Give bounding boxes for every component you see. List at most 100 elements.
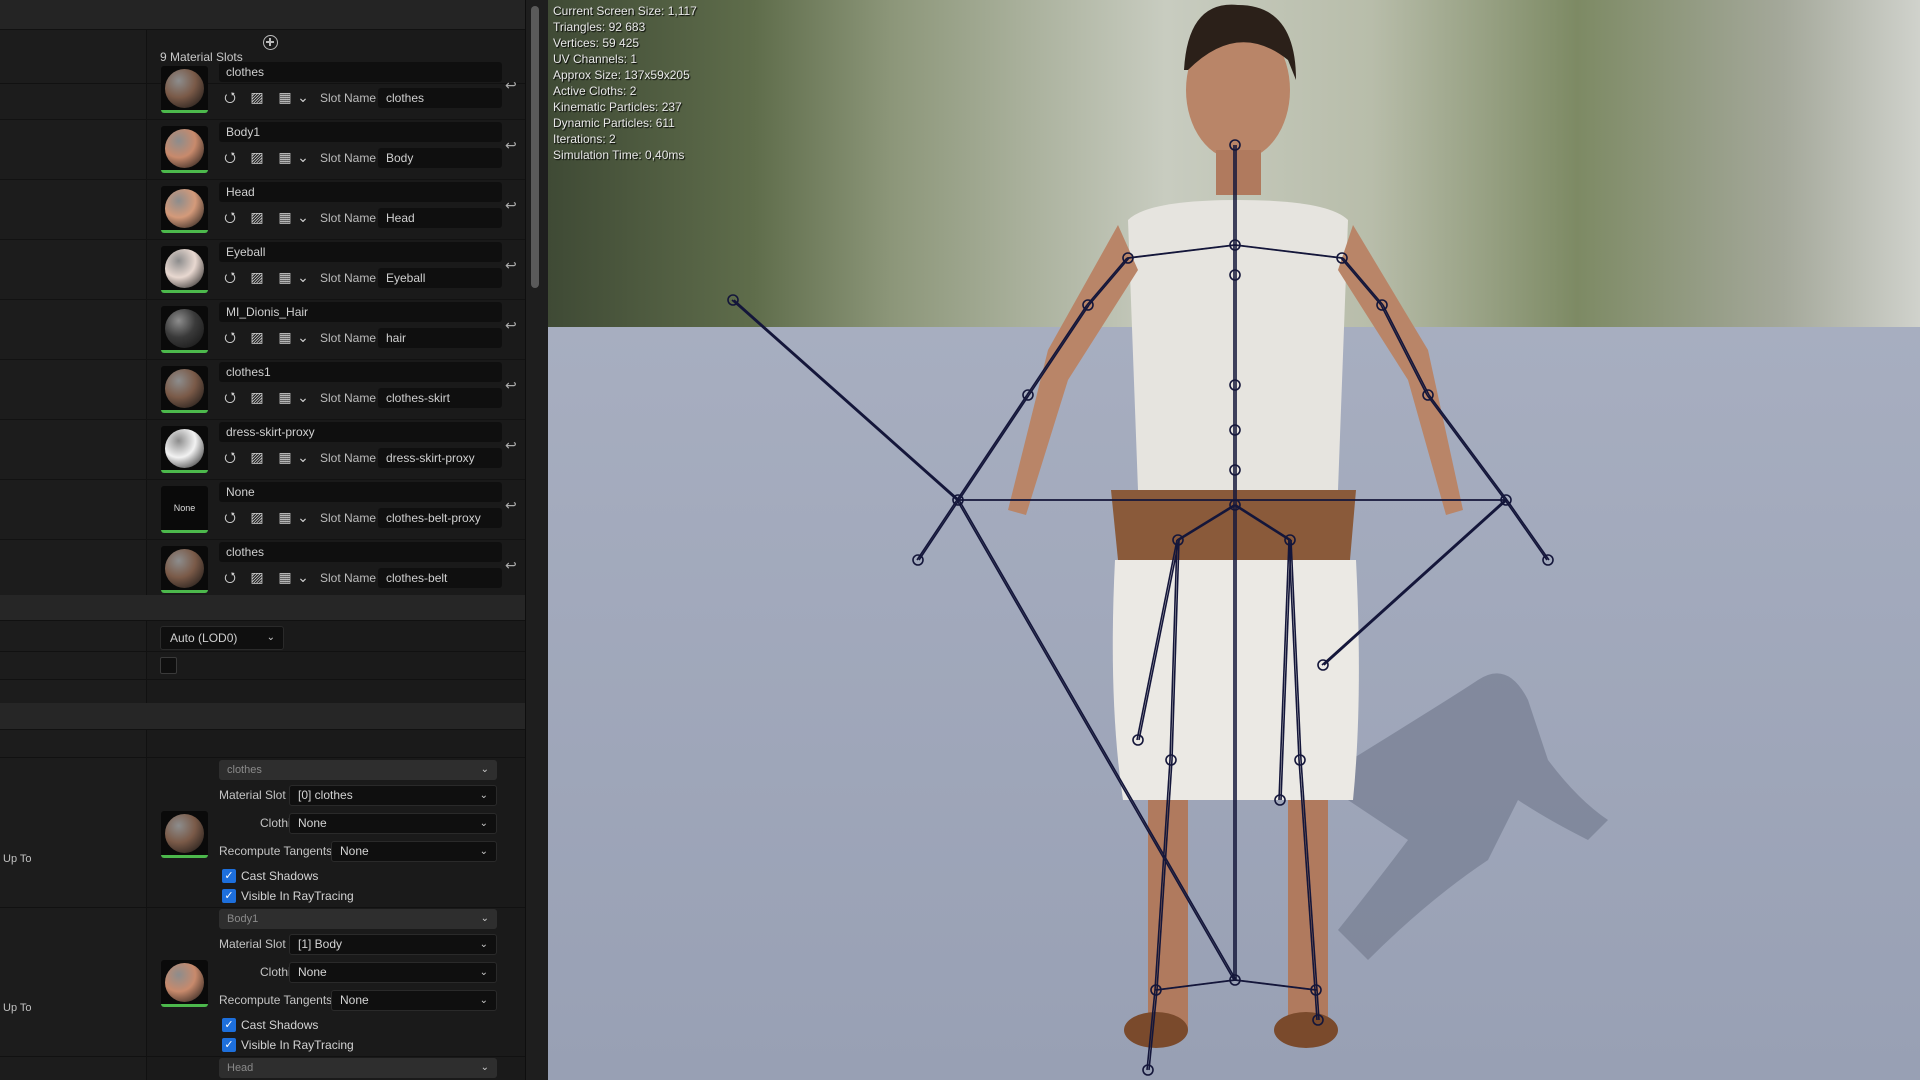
panel-scrollbar[interactable] [525, 0, 548, 1080]
material-name-field[interactable]: clothes [219, 62, 502, 82]
browse-asset-icon[interactable]: ▨ [249, 449, 265, 465]
browse-asset-icon[interactable]: ▨ [249, 149, 265, 165]
chevron-down-icon[interactable]: ⌄ [295, 269, 311, 285]
reset-to-default-icon[interactable]: ↩ [505, 497, 517, 514]
material-name-field[interactable]: Head [219, 182, 502, 202]
material-thumbnail[interactable] [161, 126, 208, 173]
browse-back-icon[interactable]: ⭯ [222, 89, 238, 105]
material-thumbnail[interactable] [161, 66, 208, 113]
clothing-dropdown[interactable]: None ⌄ [289, 962, 497, 983]
material-picker-icon[interactable]: ▦ [277, 329, 293, 345]
browse-asset-icon[interactable]: ▨ [249, 329, 265, 345]
section-dropdown[interactable]: clothes ⌄ [219, 760, 497, 780]
cast-shadows-checkbox[interactable]: ✓ [222, 869, 236, 883]
material-preview [165, 249, 204, 288]
browse-asset-icon[interactable]: ▨ [249, 509, 265, 525]
recompute-tangents-dropdown[interactable]: None ⌄ [331, 990, 497, 1011]
viewport-stats: Current Screen Size: 1,117 Triangles: 92 … [553, 3, 697, 163]
reset-to-default-icon[interactable]: ↩ [505, 437, 517, 454]
material-thumbnail[interactable] [161, 426, 208, 473]
lod-dropdown[interactable]: Auto (LOD0) ⌄ [160, 626, 284, 650]
reset-to-default-icon[interactable]: ↩ [505, 77, 517, 94]
material-slot-dropdown[interactable]: [0] clothes ⌄ [289, 785, 497, 806]
scrollbar-thumb[interactable] [531, 6, 539, 288]
browse-back-icon[interactable]: ⭯ [222, 449, 238, 465]
slot-name-input[interactable]: Head [378, 208, 502, 228]
material-name-field[interactable]: None [219, 482, 502, 502]
material-picker-icon[interactable]: ▦ [277, 209, 293, 225]
browse-back-icon[interactable]: ⭯ [222, 569, 238, 585]
skeleton-joint [1542, 554, 1554, 566]
browse-back-icon[interactable]: ⭯ [222, 509, 238, 525]
material-name-field[interactable]: clothes1 [219, 362, 502, 382]
section-dropdown-head[interactable]: Head ⌄ [219, 1058, 497, 1078]
slot-name-input[interactable]: clothes [378, 88, 502, 108]
material-thumbnail[interactable] [161, 960, 208, 1007]
chevron-down-icon[interactable]: ⌄ [295, 89, 311, 105]
reset-to-default-icon[interactable]: ↩ [505, 197, 517, 214]
material-picker-icon[interactable]: ▦ [277, 449, 293, 465]
browse-back-icon[interactable]: ⭯ [222, 329, 238, 345]
viewport[interactable]: Current Screen Size: 1,117 Triangles: 92 … [548, 0, 1920, 1080]
cast-shadows-checkbox[interactable]: ✓ [222, 1018, 236, 1032]
recompute-tangents-dropdown[interactable]: None ⌄ [331, 841, 497, 862]
slot-name-input[interactable]: Eyeball [378, 268, 502, 288]
material-thumbnail[interactable] [161, 186, 208, 233]
stat-line: Vertices: 59 425 [553, 36, 640, 50]
slot-name-input[interactable]: clothes-belt-proxy [378, 508, 502, 528]
visible-raytracing-checkbox[interactable]: ✓ [222, 1038, 236, 1052]
slot-name-input[interactable]: clothes-skirt [378, 388, 502, 408]
material-thumbnail[interactable] [161, 246, 208, 293]
material-name-field[interactable]: dress-skirt-proxy [219, 422, 502, 442]
reset-to-default-icon[interactable]: ↩ [505, 557, 517, 574]
material-thumbnail[interactable] [161, 306, 208, 353]
add-material-slot-icon[interactable] [263, 35, 278, 50]
section-dropdown-value: Body1 [227, 913, 259, 925]
material-picker-icon[interactable]: ▦ [277, 269, 293, 285]
browse-asset-icon[interactable]: ▨ [249, 569, 265, 585]
slot-name-input[interactable]: dress-skirt-proxy [378, 448, 502, 468]
property-checkbox[interactable] [160, 657, 177, 674]
material-slot-dropdown[interactable]: [1] Body ⌄ [289, 934, 497, 955]
reset-to-default-icon[interactable]: ↩ [505, 377, 517, 394]
chevron-down-icon[interactable]: ⌄ [295, 509, 311, 525]
browse-back-icon[interactable]: ⭯ [222, 149, 238, 165]
material-thumbnail[interactable] [161, 366, 208, 413]
material-name-field[interactable]: Eyeball [219, 242, 502, 262]
clothing-dropdown[interactable]: None ⌄ [289, 813, 497, 834]
chevron-down-icon[interactable]: ⌄ [295, 209, 311, 225]
browse-back-icon[interactable]: ⭯ [222, 389, 238, 405]
slot-name-input[interactable]: clothes-belt [378, 568, 502, 588]
slot-name-input[interactable]: Body [378, 148, 502, 168]
material-name-field[interactable]: MI_Dionis_Hair [219, 302, 502, 322]
skeleton-bone [916, 499, 958, 561]
material-name-field[interactable]: clothes [219, 542, 502, 562]
browse-asset-icon[interactable]: ▨ [249, 89, 265, 105]
browse-asset-icon[interactable]: ▨ [249, 209, 265, 225]
browse-asset-icon[interactable]: ▨ [249, 389, 265, 405]
browse-asset-icon[interactable]: ▨ [249, 269, 265, 285]
reset-to-default-icon[interactable]: ↩ [505, 257, 517, 274]
browse-back-icon[interactable]: ⭯ [222, 269, 238, 285]
material-thumbnail[interactable] [161, 546, 208, 593]
material-picker-icon[interactable]: ▦ [277, 389, 293, 405]
chevron-down-icon[interactable]: ⌄ [295, 569, 311, 585]
material-picker-icon[interactable]: ▦ [277, 149, 293, 165]
section-dropdown[interactable]: Body1 ⌄ [219, 909, 497, 929]
chevron-down-icon[interactable]: ⌄ [295, 449, 311, 465]
reset-to-default-icon[interactable]: ↩ [505, 137, 517, 154]
material-picker-icon[interactable]: ▦ [277, 509, 293, 525]
material-thumbnail[interactable]: None [161, 486, 208, 533]
chevron-down-icon: ⌄ [480, 913, 489, 924]
material-thumbnail[interactable] [161, 811, 208, 858]
browse-back-icon[interactable]: ⭯ [222, 209, 238, 225]
chevron-down-icon[interactable]: ⌄ [295, 329, 311, 345]
material-name-field[interactable]: Body1 [219, 122, 502, 142]
slot-name-input[interactable]: hair [378, 328, 502, 348]
reset-to-default-icon[interactable]: ↩ [505, 317, 517, 334]
chevron-down-icon[interactable]: ⌄ [295, 149, 311, 165]
chevron-down-icon[interactable]: ⌄ [295, 389, 311, 405]
material-picker-icon[interactable]: ▦ [277, 89, 293, 105]
material-picker-icon[interactable]: ▦ [277, 569, 293, 585]
visible-raytracing-checkbox[interactable]: ✓ [222, 889, 236, 903]
